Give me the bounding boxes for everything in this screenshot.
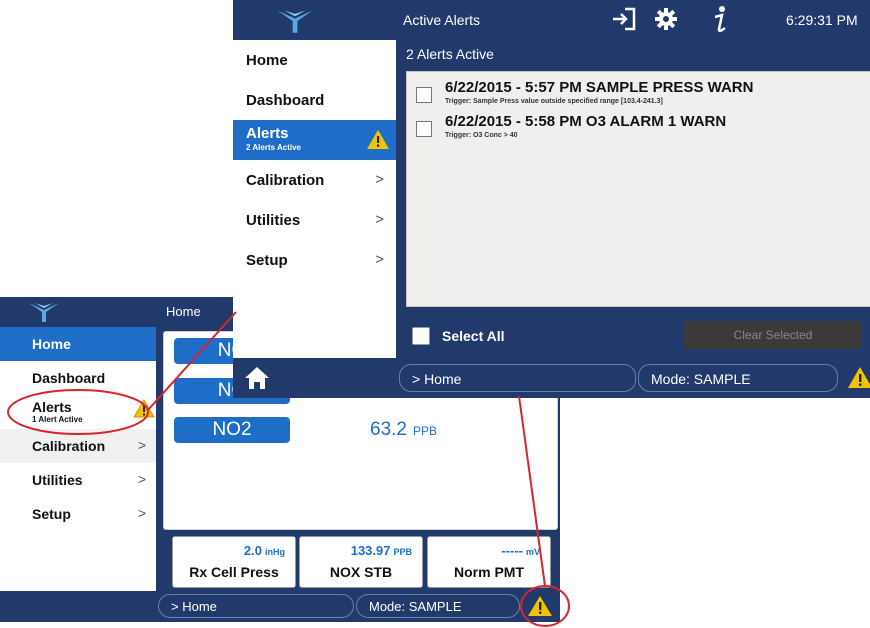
annotation-line-warning bbox=[518, 395, 546, 587]
annotation-ellipse-warning bbox=[520, 585, 570, 627]
annotation-line-alerts bbox=[147, 311, 237, 411]
annotation-ellipse-alerts bbox=[7, 389, 149, 435]
annotation-overlay bbox=[7, 311, 570, 627]
